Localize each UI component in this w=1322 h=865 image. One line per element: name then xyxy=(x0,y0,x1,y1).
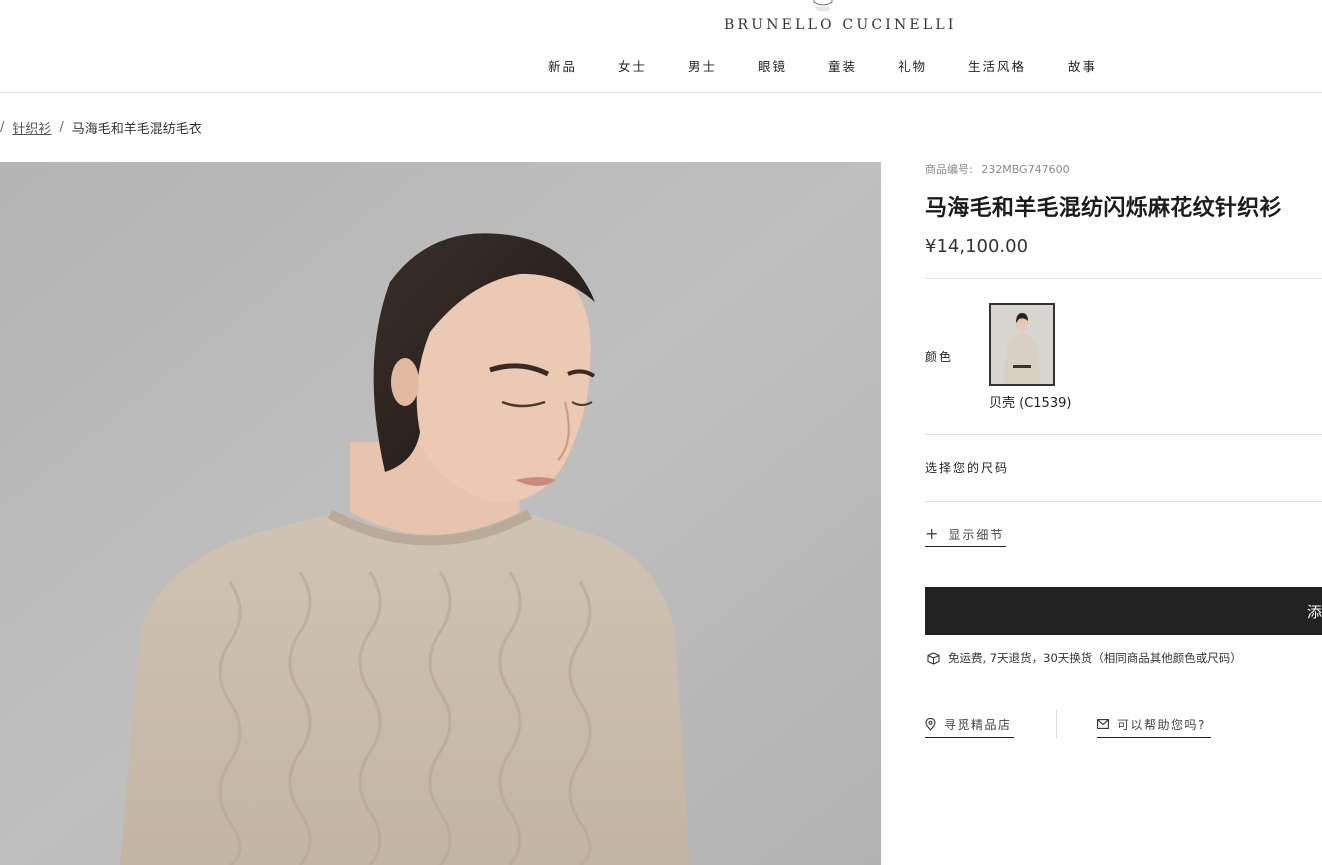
nav-item-men[interactable]: 男士 xyxy=(688,56,758,75)
plus-icon: + xyxy=(925,524,941,543)
add-to-bag-label: 添 xyxy=(1307,603,1322,621)
breadcrumb-separator: / xyxy=(0,120,5,135)
main-nav: 新品 女士 男士 眼镜 童装 礼物 生活风格 故事 xyxy=(548,56,1097,75)
nav-item-stories[interactable]: 故事 xyxy=(1068,56,1097,75)
swatch-thumbnail xyxy=(991,305,1053,384)
location-pin-icon xyxy=(925,717,936,731)
show-details-label: 显示细节 xyxy=(948,527,1005,542)
link-divider xyxy=(1056,710,1057,738)
brand-crest-icon[interactable] xyxy=(808,0,838,12)
divider xyxy=(925,434,1322,435)
show-details-button[interactable]: + 显示细节 xyxy=(925,522,1007,547)
find-store-label: 寻觅精品店 xyxy=(944,717,1012,732)
nav-item-gifts[interactable]: 礼物 xyxy=(898,56,968,75)
mail-icon xyxy=(1097,719,1109,729)
box-icon xyxy=(927,651,940,665)
product-sku: 商品编号: 232MBG747600 xyxy=(925,161,1070,177)
brand-logo-text[interactable]: BRUNELLO CUCINELLI xyxy=(724,17,957,33)
site-header: BRUNELLO CUCINELLI 新品 女士 男士 眼镜 童装 礼物 生活风… xyxy=(0,0,1322,93)
product-main-image[interactable] xyxy=(0,162,881,865)
add-to-bag-button[interactable]: 添 xyxy=(925,587,1322,635)
nav-item-lifestyle[interactable]: 生活风格 xyxy=(968,56,1068,75)
divider xyxy=(925,501,1322,502)
nav-item-eyewear[interactable]: 眼镜 xyxy=(758,56,828,75)
color-label: 颜色 xyxy=(925,350,954,364)
find-store-link[interactable]: 寻觅精品店 xyxy=(925,711,1014,738)
shipping-text: 免运费, 7天退货，30天换货（相同商品其他颜色或尺码） xyxy=(948,651,1242,665)
sku-label: 商品编号: xyxy=(925,163,973,176)
product-title: 马海毛和羊毛混纺闪烁麻花纹针织衫 xyxy=(925,196,1282,221)
breadcrumb: / 针织衫 / 马海毛和羊毛混纺毛衣 xyxy=(0,118,202,137)
nav-item-women[interactable]: 女士 xyxy=(618,56,688,75)
divider xyxy=(925,278,1322,279)
sku-value: 232MBG747600 xyxy=(981,163,1070,176)
breadcrumb-link-knitwear[interactable]: 针织衫 xyxy=(12,118,51,137)
nav-item-kids[interactable]: 童装 xyxy=(828,56,898,75)
model-photo xyxy=(0,162,881,865)
color-swatch-shell[interactable] xyxy=(989,303,1055,386)
nav-item-new[interactable]: 新品 xyxy=(548,56,618,75)
help-label: 可以帮助您吗? xyxy=(1117,717,1206,732)
breadcrumb-current: 马海毛和羊毛混纺毛衣 xyxy=(71,122,202,137)
size-selector[interactable]: 选择您的尺码 xyxy=(925,459,1009,476)
breadcrumb-separator: / xyxy=(59,120,64,135)
help-contact-link[interactable]: 可以帮助您吗? xyxy=(1097,711,1211,738)
color-name: 贝壳 (C1539) xyxy=(989,396,1072,411)
shipping-info: 免运费, 7天退货，30天换货（相同商品其他颜色或尺码） xyxy=(927,650,1242,666)
product-price: ¥14,100.00 xyxy=(925,236,1029,257)
